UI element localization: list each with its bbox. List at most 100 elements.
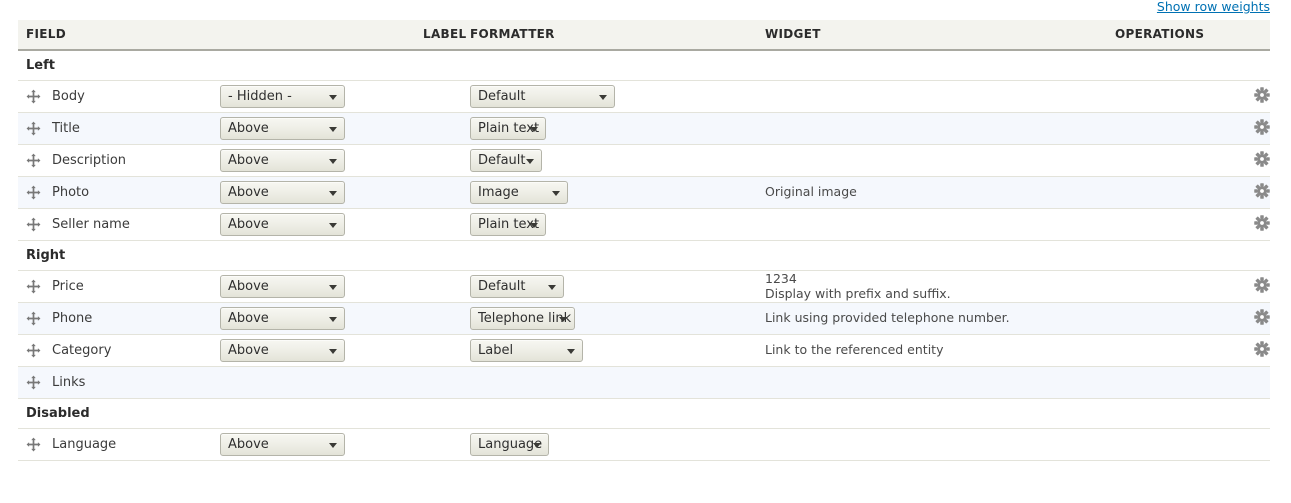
field-cell: Language (18, 428, 220, 461)
table-row[interactable]: Category Above Label Link to the referenced… (18, 334, 1270, 367)
gear-icon[interactable] (1254, 118, 1270, 135)
chevron-down-icon (329, 94, 337, 100)
drag-handle-icon[interactable] (26, 185, 41, 200)
formatter-select[interactable]: Default (470, 149, 542, 172)
chevron-down-icon (533, 442, 541, 448)
operations-cell (1115, 334, 1270, 367)
formatter-cell: Default (470, 80, 765, 113)
gear-icon[interactable] (1254, 86, 1270, 103)
formatter-select[interactable]: Language (470, 433, 549, 456)
drag-handle-icon[interactable] (26, 153, 41, 168)
field-name: Description (52, 153, 127, 168)
table-row[interactable]: Phone Above Telephone link Link using provi… (18, 302, 1270, 335)
drag-handle-icon[interactable] (26, 375, 41, 390)
label-cell: Above (220, 428, 470, 461)
label-select[interactable]: Above (220, 339, 345, 362)
label-select[interactable]: Above (220, 275, 345, 298)
chevron-down-icon (329, 316, 337, 322)
table-row[interactable]: Body - Hidden - Default (18, 80, 1270, 113)
formatter-cell: Label (470, 334, 765, 367)
gear-icon[interactable] (1254, 214, 1270, 231)
field-cell: Body (18, 80, 220, 113)
label-select[interactable]: Above (220, 181, 345, 204)
region-row: Left (18, 50, 1270, 81)
field-name: Seller name (52, 217, 130, 232)
table-row[interactable]: Language Above Language (18, 428, 1270, 461)
gear-icon[interactable] (1254, 308, 1270, 325)
field-name: Links (52, 375, 86, 390)
chevron-down-icon (329, 158, 337, 164)
region-label: Left (18, 50, 1270, 81)
drag-handle-icon[interactable] (26, 279, 41, 294)
formatter-select[interactable]: Plain text (470, 213, 546, 236)
region-row: Right (18, 240, 1270, 271)
widget-cell: Link using provided telephone number. (765, 302, 1115, 335)
row-weights-toolbar: Show row weights (0, 0, 1270, 18)
formatter-select-value: Label (478, 343, 514, 358)
drag-handle-icon[interactable] (26, 437, 41, 452)
label-select[interactable]: - Hidden - (220, 85, 345, 108)
widget-summary: Link using provided telephone number. (765, 310, 1010, 325)
table-header: FIELD LABEL FORMATTER WIDGET OPERATIONS (18, 20, 1270, 51)
drag-handle-icon[interactable] (26, 311, 41, 326)
label-select-value: - Hidden - (228, 89, 292, 104)
chevron-down-icon (329, 222, 337, 228)
label-select[interactable]: Above (220, 149, 345, 172)
field-cell: Phone (18, 302, 220, 335)
formatter-select[interactable]: Label (470, 339, 583, 362)
operations-cell (1115, 112, 1270, 145)
table-body: Left Body - Hidden - Default Title Above Plain… (18, 50, 1270, 461)
operations-cell (1115, 366, 1270, 399)
widget-summary-line: 1234 (765, 271, 797, 286)
table-row[interactable]: Description Above Default (18, 144, 1270, 177)
field-name: Photo (52, 185, 90, 200)
column-header-formatter: FORMATTER (470, 20, 765, 51)
field-name: Category (52, 343, 112, 358)
formatter-select[interactable]: Image (470, 181, 568, 204)
widget-cell (765, 112, 1115, 145)
table-row[interactable]: Seller name Above Plain text (18, 208, 1270, 241)
formatter-select[interactable]: Default (470, 85, 615, 108)
label-cell: - Hidden - (220, 80, 470, 113)
widget-summary-line: Original image (765, 184, 857, 199)
gear-icon[interactable] (1254, 276, 1270, 293)
label-cell: Above (220, 334, 470, 367)
table-row[interactable]: Links (18, 366, 1270, 399)
gear-icon[interactable] (1254, 150, 1270, 167)
widget-summary-line: Link to the referenced entity (765, 342, 944, 357)
widget-summary-line: Link using provided telephone number. (765, 310, 1010, 325)
formatter-cell: Telephone link (470, 302, 765, 335)
formatter-select[interactable]: Plain text (470, 117, 546, 140)
widget-cell: Link to the referenced entity (765, 334, 1115, 367)
widget-cell (765, 208, 1115, 241)
chevron-down-icon (329, 348, 337, 354)
drag-handle-icon[interactable] (26, 343, 41, 358)
chevron-down-icon (329, 126, 337, 132)
formatter-cell: Image (470, 176, 765, 209)
drag-handle-icon[interactable] (26, 89, 41, 104)
chevron-down-icon (567, 348, 575, 354)
label-select[interactable]: Above (220, 117, 345, 140)
table-row[interactable]: Photo Above Image Original image (18, 176, 1270, 209)
label-select[interactable]: Above (220, 307, 345, 330)
field-cell: Links (18, 366, 220, 399)
region-label: Disabled (18, 398, 1270, 429)
table-row[interactable]: Price Above Default 1234 Display with prefix… (18, 270, 1270, 303)
chevron-down-icon (530, 222, 538, 228)
formatter-select[interactable]: Default (470, 275, 564, 298)
chevron-down-icon (329, 442, 337, 448)
gear-icon[interactable] (1254, 182, 1270, 199)
label-cell: Above (220, 270, 470, 303)
table-row[interactable]: Title Above Plain text (18, 112, 1270, 145)
drag-handle-icon[interactable] (26, 217, 41, 232)
manage-display-page: Show row weights FIELD LABEL FORMATTER W… (0, 0, 1291, 503)
label-select-value: Above (228, 185, 269, 200)
formatter-select[interactable]: Telephone link (470, 307, 575, 330)
label-select[interactable]: Above (220, 433, 345, 456)
label-select[interactable]: Above (220, 213, 345, 236)
field-name: Phone (52, 311, 93, 326)
show-row-weights-link[interactable]: Show row weights (1157, 0, 1270, 14)
drag-handle-icon[interactable] (26, 121, 41, 136)
gear-icon[interactable] (1254, 340, 1270, 357)
widget-summary-line: Display with prefix and suffix. (765, 286, 951, 301)
